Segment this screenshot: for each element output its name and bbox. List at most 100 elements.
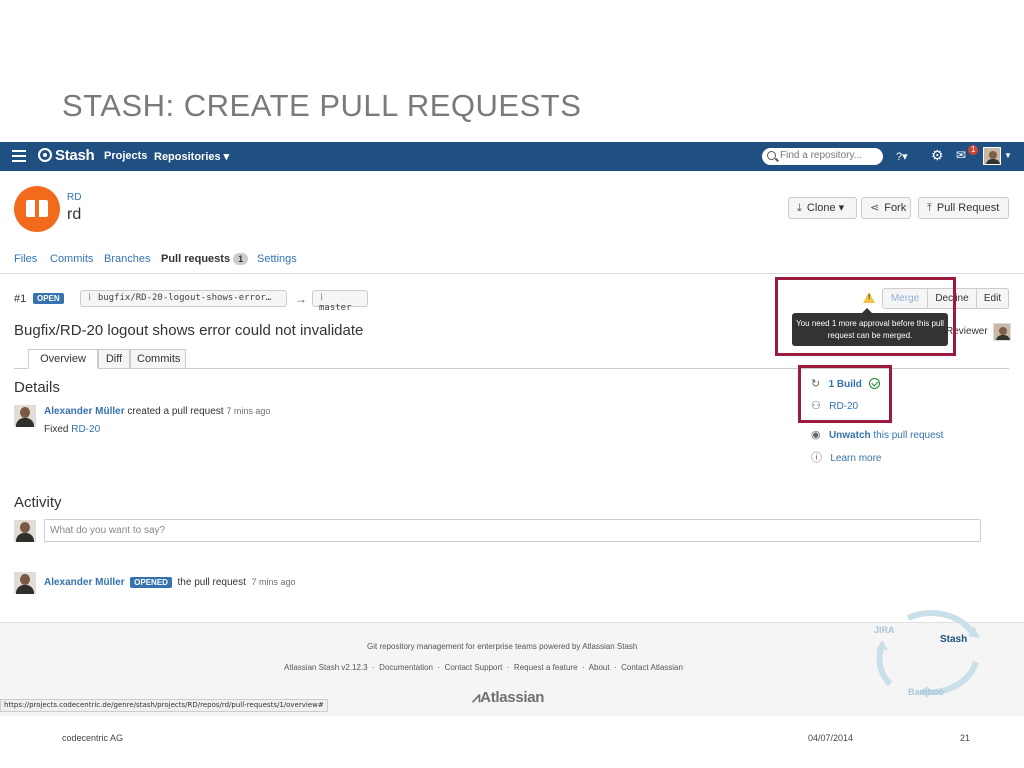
footer-request-feature-link[interactable]: Request a feature bbox=[514, 663, 578, 672]
footer-links: Atlassian Stash v2.12.3 · Documentation … bbox=[284, 663, 683, 672]
atlassian-logo-text: Atlassian bbox=[480, 689, 545, 706]
atlassian-mark-icon: ⩘ bbox=[472, 689, 481, 706]
upload-icon: ⤒ bbox=[927, 202, 932, 214]
product-cycle-graphic: JIRA Stash Bamboo bbox=[874, 610, 980, 698]
stash-logo[interactable]: Stash bbox=[38, 147, 95, 164]
status-url-bar: https://projects.codecentric.de/genre/st… bbox=[0, 699, 328, 712]
branch-icon: ᚿ bbox=[87, 293, 98, 303]
slide-company: codecentric AG bbox=[62, 733, 124, 743]
footer-tagline: Git repository management for enterprise… bbox=[367, 642, 638, 651]
footer-documentation-link[interactable]: Documentation bbox=[379, 663, 433, 672]
author-link[interactable]: Alexander Müller bbox=[44, 406, 125, 417]
pull-requests-count: 1 bbox=[233, 253, 249, 265]
footer-version: Atlassian Stash v2.12.3 bbox=[284, 663, 368, 672]
fork-button-label: Fork bbox=[884, 202, 907, 214]
box-icon bbox=[26, 200, 48, 217]
pull-request-number: #1 bbox=[14, 293, 27, 305]
search-input[interactable]: Find a repository... bbox=[762, 148, 883, 165]
tab-commits[interactable]: Commits bbox=[50, 253, 93, 265]
cycle-arrowhead-left bbox=[876, 640, 888, 650]
download-icon: ⤓ bbox=[797, 202, 802, 214]
fixed-issue-link[interactable]: RD-20 bbox=[71, 424, 100, 435]
unwatch-suffix: this pull request bbox=[873, 430, 944, 441]
help-icon[interactable]: ?▾ bbox=[896, 150, 908, 163]
details-action-text: created a pull request bbox=[127, 406, 224, 417]
menu-icon[interactable] bbox=[12, 150, 26, 162]
pull-request-title: Bugfix/RD-20 logout shows error could no… bbox=[14, 322, 364, 339]
slide-page-number: 21 bbox=[960, 733, 971, 743]
unwatch-link[interactable]: Unwatch bbox=[829, 430, 871, 441]
activity-time: 7 mins ago bbox=[251, 577, 296, 587]
arrow-right-icon: → bbox=[295, 292, 307, 306]
slide-date: 04/07/2014 bbox=[808, 733, 854, 743]
target-branch[interactable]: ᚿ master bbox=[312, 290, 368, 313]
tab-pull-requests[interactable]: Pull requests 1 bbox=[161, 253, 249, 265]
tab-overview[interactable]: Overview bbox=[28, 349, 98, 369]
activity-author-link[interactable]: Alexander Müller bbox=[44, 577, 125, 588]
user-avatar[interactable] bbox=[983, 147, 1001, 165]
clone-button-label: Clone ▾ bbox=[806, 202, 845, 214]
cycle-arrow-top bbox=[906, 610, 975, 634]
tab-branches[interactable]: Branches bbox=[104, 253, 150, 265]
footer-contact-atlassian-link[interactable]: Contact Atlassian bbox=[621, 663, 683, 672]
stash-logo-icon bbox=[38, 148, 52, 162]
tab-settings[interactable]: Settings bbox=[257, 253, 297, 265]
details-heading: Details bbox=[14, 379, 60, 396]
tab-pull-requests-label: Pull requests bbox=[161, 253, 231, 265]
nav-repositories[interactable]: Repositories ▾ bbox=[154, 150, 229, 163]
repository-name: rd bbox=[67, 206, 82, 223]
target-branch-label: master bbox=[319, 303, 352, 313]
pull-request-state-badge: OPEN bbox=[33, 293, 64, 304]
watch-toggle[interactable]: ◉ Unwatch this pull request bbox=[811, 428, 943, 441]
learn-more-link[interactable]: Learn more bbox=[830, 453, 881, 464]
repository-tabs: Files Commits Branches Pull requests 1 Se… bbox=[0, 243, 1024, 274]
fork-icon: ⋖ bbox=[870, 202, 880, 214]
nav-projects[interactable]: Projects bbox=[104, 150, 147, 162]
merge-highlight-box bbox=[775, 277, 956, 356]
pull-request-button[interactable]: ⤒ Pull Request bbox=[918, 197, 1009, 219]
repository-avatar bbox=[14, 186, 60, 232]
tab-diff[interactable]: Diff bbox=[98, 349, 130, 369]
user-menu-chevron-icon[interactable]: ▼ bbox=[1004, 151, 1012, 160]
edit-button[interactable]: Edit bbox=[976, 288, 1009, 309]
fork-button[interactable]: ⋖ Fork bbox=[861, 197, 911, 219]
activity-author-avatar[interactable] bbox=[14, 572, 36, 594]
slide-title: STASH: CREATE PULL REQUESTS bbox=[62, 88, 582, 123]
cycle-bamboo-label: Bamboo bbox=[908, 687, 945, 697]
learn-more[interactable]: ⓘ Learn more bbox=[811, 449, 881, 465]
author-avatar[interactable] bbox=[14, 405, 36, 427]
fixed-line: Fixed RD-20 bbox=[44, 424, 100, 435]
top-navigation-bar: Stash Projects Repositories ▾ Find a rep… bbox=[0, 142, 1024, 171]
footer-contact-support-link[interactable]: Contact Support bbox=[445, 663, 503, 672]
build-highlight-box bbox=[798, 365, 892, 423]
source-branch-label: bugfix/RD-20-logout-shows-error… bbox=[97, 293, 272, 303]
footer-about-link[interactable]: About bbox=[589, 663, 610, 672]
branch-icon: ᚿ bbox=[319, 293, 325, 303]
activity-heading: Activity bbox=[14, 494, 62, 511]
cycle-jira-label: JIRA bbox=[874, 625, 895, 635]
tab-files[interactable]: Files bbox=[14, 253, 37, 265]
pull-request-button-label: Pull Request bbox=[936, 202, 1000, 214]
details-activity-line: Alexander Müller created a pull request … bbox=[44, 406, 270, 417]
search-placeholder: Find a repository... bbox=[780, 150, 863, 161]
activity-item: Alexander Müller OPENED the pull request… bbox=[44, 577, 296, 588]
project-link[interactable]: RD bbox=[67, 192, 81, 203]
cycle-stash-label: Stash bbox=[940, 634, 967, 645]
clone-button[interactable]: ⤓ Clone ▾ bbox=[788, 197, 857, 219]
cycle-arrow-left bbox=[876, 644, 893, 687]
comment-input[interactable]: What do you want to say? bbox=[44, 519, 981, 542]
opened-badge: OPENED bbox=[130, 577, 172, 588]
reviewer-avatar[interactable] bbox=[993, 323, 1011, 341]
inbox-icon[interactable]: ✉ bbox=[956, 148, 966, 162]
gear-icon[interactable]: ⚙ bbox=[931, 147, 944, 164]
details-time: 7 mins ago bbox=[226, 406, 271, 416]
activity-action-text: the pull request bbox=[177, 577, 246, 588]
notification-badge: 1 bbox=[968, 145, 979, 155]
source-branch[interactable]: ᚿ bugfix/RD-20-logout-shows-error… bbox=[80, 290, 287, 307]
atlassian-logo[interactable]: ⩘Atlassian bbox=[472, 689, 544, 706]
question-icon: ⓘ bbox=[811, 452, 822, 464]
tab-commits-pr[interactable]: Commits bbox=[130, 349, 186, 369]
search-icon bbox=[767, 151, 776, 160]
current-user-avatar bbox=[14, 520, 36, 542]
stash-logo-text: Stash bbox=[55, 147, 95, 164]
